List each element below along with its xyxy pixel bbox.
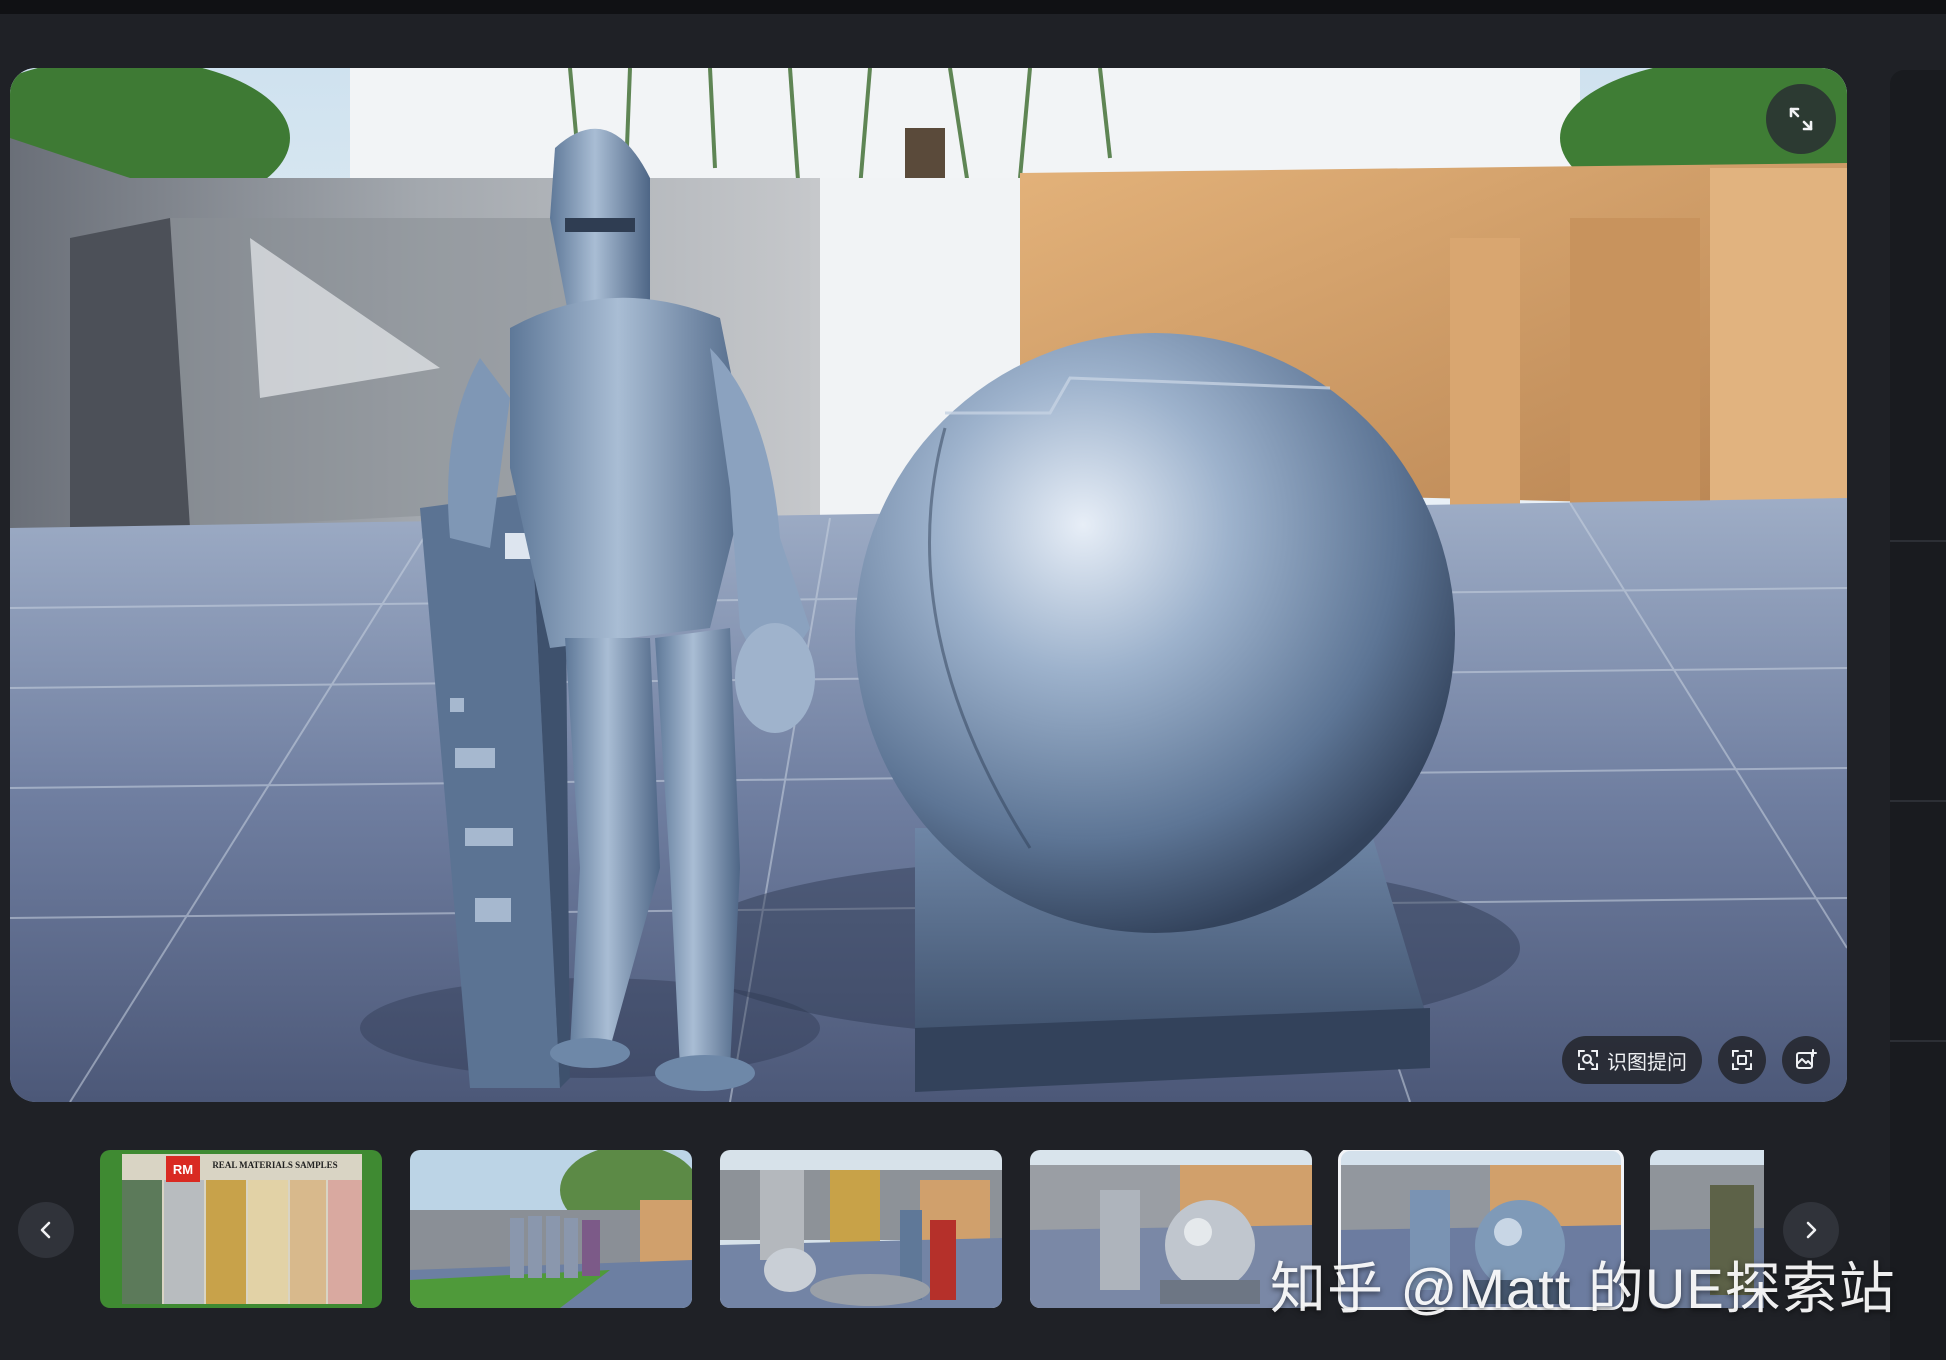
thumb-props-scene-image (720, 1150, 1002, 1308)
scan-text-icon (1578, 1050, 1598, 1070)
chevron-left-icon (40, 1221, 51, 1239)
expand-icon (1789, 107, 1813, 131)
thumb-material-samples-image: RM REAL MATERIALS SAMPLES (100, 1150, 382, 1308)
thumb-material-samples[interactable]: RM REAL MATERIALS SAMPLES (100, 1150, 382, 1308)
expand-button[interactable] (1766, 84, 1836, 154)
thumb-knights-garden-image (410, 1150, 692, 1308)
image-edit-icon (1796, 1049, 1817, 1069)
ask-image-label: 识图提问 (1607, 1051, 1687, 1074)
thumb-props-scene[interactable] (720, 1150, 1002, 1308)
panel-divider (1890, 1040, 1946, 1042)
thumb-knights-garden[interactable] (410, 1150, 692, 1308)
image-edit-button[interactable] (1782, 1036, 1830, 1084)
watermark: 知乎 @Matt 的UE探索站 (1270, 1257, 1896, 1320)
ask-image-button[interactable]: 识图提问 (1562, 1036, 1702, 1084)
chevron-right-icon (1806, 1221, 1817, 1239)
main-image (10, 68, 1847, 1102)
panel-divider (1890, 800, 1946, 802)
top-bar (0, 0, 1946, 14)
scan-button[interactable] (1718, 1036, 1766, 1084)
image-viewer[interactable]: 识图提问 (10, 68, 1847, 1102)
side-panel (1890, 70, 1946, 1360)
panel-divider (1890, 540, 1946, 542)
prev-image-button[interactable] (18, 1202, 74, 1258)
thumb-badge: RM (173, 1162, 193, 1177)
thumb-caption: REAL MATERIALS SAMPLES (212, 1160, 337, 1170)
scan-icon (1732, 1050, 1752, 1070)
